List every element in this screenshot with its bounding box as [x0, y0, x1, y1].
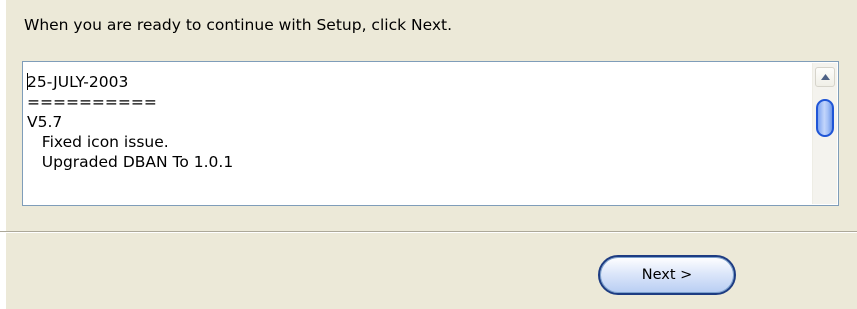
release-notes-separator: ==========	[27, 93, 157, 111]
scroll-up-button[interactable]	[815, 67, 835, 87]
next-button[interactable]: Next >	[598, 255, 736, 295]
setup-wizard-page: When you are ready to continue with Setu…	[0, 0, 857, 309]
release-notes-item: Fixed icon issue.	[27, 133, 169, 151]
triangle-up-icon	[821, 74, 830, 80]
release-notes-line-date: 25-JULY-2003	[27, 72, 807, 92]
release-notes-date: 25-JULY-2003	[27, 73, 129, 91]
scroll-thumb[interactable]	[816, 99, 834, 137]
release-notes-text[interactable]: 25-JULY-2003 ========== V5.7 Fixed icon …	[27, 72, 807, 172]
left-border	[0, 0, 6, 309]
release-notes-memo[interactable]: 25-JULY-2003 ========== V5.7 Fixed icon …	[22, 61, 839, 206]
release-notes-version: V5.7	[27, 113, 63, 131]
instruction-text: When you are ready to continue with Setu…	[24, 16, 453, 34]
footer-divider	[0, 231, 857, 233]
vertical-scrollbar[interactable]	[812, 63, 837, 204]
release-notes-item: Upgraded DBAN To 1.0.1	[27, 153, 234, 171]
